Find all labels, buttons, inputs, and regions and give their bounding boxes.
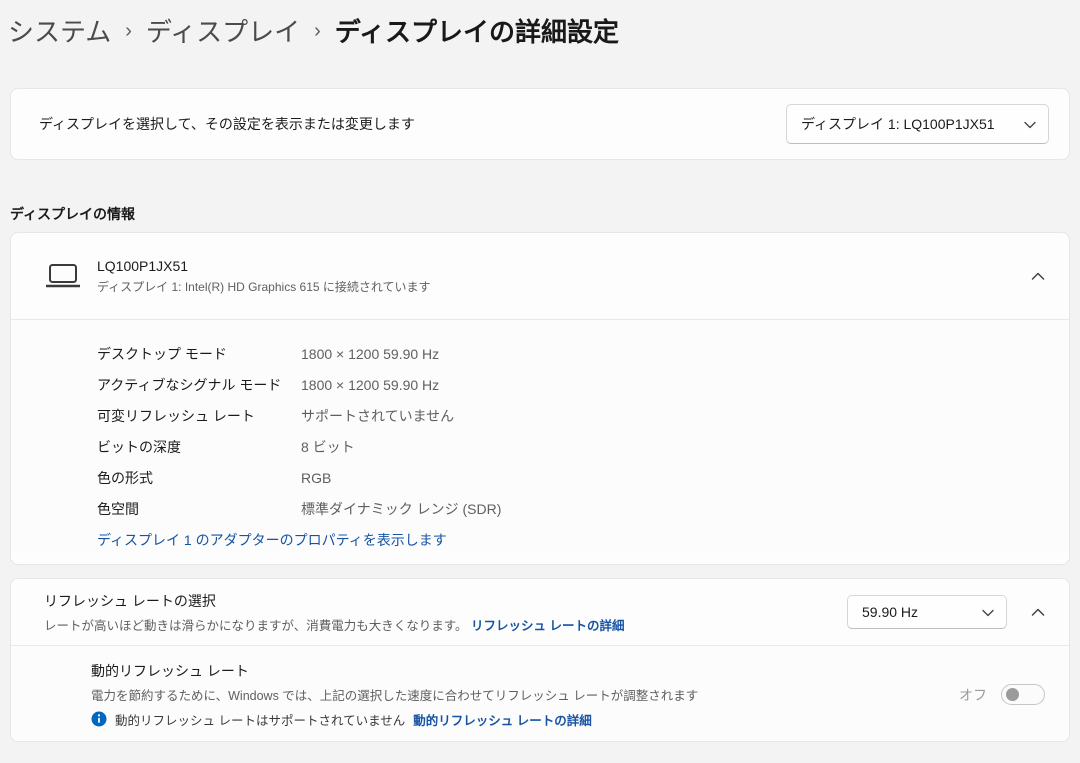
display-info-header-text: LQ100P1JX51 ディスプレイ 1: Intel(R) HD Graphi… — [97, 258, 1031, 295]
display-info-section-title: ディスプレイの情報 — [10, 204, 135, 224]
spec-label: 色の形式 — [97, 468, 301, 488]
refresh-rate-learn-more-link[interactable]: リフレッシュ レートの詳細 — [471, 619, 624, 633]
display-info-content: デスクトップ モード 1800 × 1200 59.90 Hz アクティブなシグ… — [11, 320, 1069, 550]
breadcrumb: システム › ディスプレイ › ディスプレイの詳細設定 — [8, 12, 619, 49]
chevron-down-icon — [1024, 116, 1036, 132]
breadcrumb-display[interactable]: ディスプレイ — [146, 12, 300, 49]
monitor-name: LQ100P1JX51 — [97, 258, 1031, 274]
dynamic-refresh-title: 動的リフレッシュ レート — [91, 661, 959, 681]
laptop-icon — [44, 262, 82, 290]
adapter-properties-link[interactable]: ディスプレイ 1 のアダプターのプロパティを表示します — [97, 532, 447, 548]
spec-label: アクティブなシグナル モード — [97, 375, 301, 395]
spec-label: ビットの深度 — [97, 437, 301, 457]
display-select-label: ディスプレイを選択して、その設定を表示または変更します — [39, 114, 415, 134]
refresh-rate-dropdown[interactable]: 59.90 Hz — [847, 595, 1007, 629]
dynamic-refresh-description: 電力を節約するために、Windows では、上記の選択した速度に合わせてリフレッ… — [91, 685, 959, 704]
refresh-rate-title: リフレッシュ レートの選択 — [44, 591, 847, 611]
chevron-up-icon[interactable] — [1031, 272, 1045, 281]
toggle-state-label: オフ — [959, 685, 987, 705]
chevron-right-icon: › — [125, 18, 132, 43]
spec-value: 1800 × 1200 59.90 Hz — [301, 346, 439, 362]
page-title: ディスプレイの詳細設定 — [335, 12, 619, 49]
refresh-rate-card: リフレッシュ レートの選択 レートが高いほど動きは滑らかになりますが、消費電力も… — [10, 578, 1070, 742]
dynamic-refresh-row: 動的リフレッシュ レート 電力を節約するために、Windows では、上記の選択… — [11, 646, 1069, 742]
dynamic-refresh-toggle[interactable] — [1001, 684, 1045, 705]
spec-value: RGB — [301, 470, 331, 486]
chevron-right-icon: › — [314, 18, 321, 43]
refresh-rate-dropdown-value: 59.90 Hz — [862, 604, 918, 620]
spec-row: 色空間 標準ダイナミック レンジ (SDR) — [97, 493, 1045, 524]
spec-label: 色空間 — [97, 499, 301, 519]
chevron-up-icon[interactable] — [1031, 608, 1045, 617]
refresh-rate-subtitle: レートが高いほど動きは滑らかになりますが、消費電力も大きくなります。 — [44, 619, 468, 633]
spec-value: 8 ビット — [301, 437, 355, 457]
breadcrumb-system[interactable]: システム — [8, 12, 111, 49]
toggle-knob — [1006, 688, 1019, 701]
spec-value: 標準ダイナミック レンジ (SDR) — [301, 499, 501, 519]
spec-value: 1800 × 1200 59.90 Hz — [301, 377, 439, 393]
dynamic-refresh-learn-more-link[interactable]: 動的リフレッシュ レートの詳細 — [413, 710, 591, 729]
chevron-down-icon — [982, 604, 994, 620]
spec-row: 色の形式 RGB — [97, 462, 1045, 493]
display-info-card: LQ100P1JX51 ディスプレイ 1: Intel(R) HD Graphi… — [10, 232, 1070, 565]
dynamic-refresh-unsupported-text: 動的リフレッシュ レートはサポートされていません — [115, 710, 405, 729]
advanced-display-settings-page: システム › ディスプレイ › ディスプレイの詳細設定 ディスプレイを選択して、… — [0, 0, 1080, 763]
spec-row: アクティブなシグナル モード 1800 × 1200 59.90 Hz — [97, 369, 1045, 400]
display-select-dropdown-value: ディスプレイ 1: LQ100P1JX51 — [801, 114, 995, 134]
spec-value: サポートされていません — [301, 406, 454, 426]
display-select-card: ディスプレイを選択して、その設定を表示または変更します ディスプレイ 1: LQ… — [10, 88, 1070, 160]
spec-label: 可変リフレッシュ レート — [97, 406, 301, 426]
spec-label: デスクトップ モード — [97, 344, 301, 364]
spec-row: ビットの深度 8 ビット — [97, 431, 1045, 462]
refresh-rate-header-text: リフレッシュ レートの選択 レートが高いほど動きは滑らかになりますが、消費電力も… — [44, 591, 847, 634]
info-icon — [91, 711, 107, 727]
monitor-connection-subtitle: ディスプレイ 1: Intel(R) HD Graphics 615 に接続され… — [97, 278, 1031, 295]
display-select-dropdown[interactable]: ディスプレイ 1: LQ100P1JX51 — [786, 104, 1049, 144]
refresh-rate-header: リフレッシュ レートの選択 レートが高いほど動きは滑らかになりますが、消費電力も… — [11, 579, 1069, 645]
spec-row: デスクトップ モード 1800 × 1200 59.90 Hz — [97, 338, 1045, 369]
spec-row: 可変リフレッシュ レート サポートされていません — [97, 400, 1045, 431]
display-info-header[interactable]: LQ100P1JX51 ディスプレイ 1: Intel(R) HD Graphi… — [11, 233, 1069, 319]
